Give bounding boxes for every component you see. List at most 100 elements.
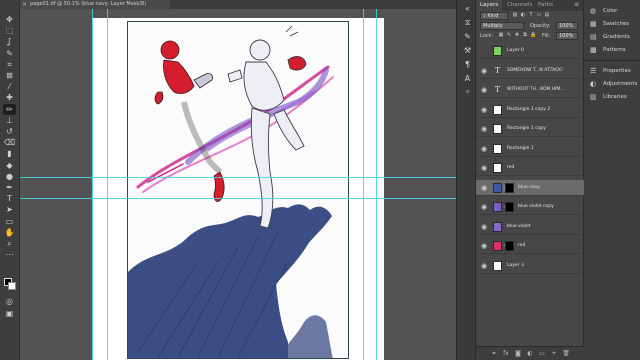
marquee-tool-icon[interactable]: ⬚ <box>3 25 16 36</box>
lock-option-icon[interactable]: ▦ <box>498 32 504 39</box>
delete-layer-icon[interactable]: 🗑 <box>562 350 570 358</box>
type-tool-icon[interactable]: T <box>3 193 16 204</box>
tab-paths[interactable]: Paths <box>534 0 557 11</box>
move-tool-icon[interactable]: ✥ <box>3 14 16 25</box>
clone-stamp-tool-icon[interactable]: ⊥ <box>3 115 16 126</box>
layer-filter-icon[interactable]: ▤ <box>544 12 550 19</box>
screen-mode-icon[interactable]: ▣ <box>3 308 16 319</box>
lock-option-icon[interactable]: ⧉ <box>522 32 528 39</box>
brush-tool-icon[interactable]: ✏ <box>3 103 16 115</box>
shape-tool-icon[interactable]: ▭ <box>3 216 16 227</box>
visibility-eye-icon[interactable]: ◉ <box>480 184 488 192</box>
panel-menu-icon[interactable]: ≡ <box>574 1 579 8</box>
new-group-icon[interactable]: ▭ <box>538 350 546 358</box>
guide-vertical[interactable] <box>107 9 108 360</box>
layer-row[interactable]: ◉ T WITHOUT TH...BON HIM... <box>476 82 584 98</box>
pen-tool-icon[interactable]: ✒ <box>3 182 16 193</box>
panel-swatches[interactable]: ▦ Swatches <box>584 19 640 30</box>
fill-input[interactable]: 100% <box>556 32 578 40</box>
layer-mask-thumbnail[interactable] <box>505 182 514 193</box>
new-layer-icon[interactable]: + <box>550 350 558 358</box>
guide-vertical[interactable] <box>376 9 377 360</box>
character-icon[interactable]: A <box>463 74 472 83</box>
blend-mode-select[interactable]: Multiply <box>480 22 524 30</box>
document-tab[interactable]: × page01.tif @ 50.1% (blue navy, Layer M… <box>20 0 170 9</box>
close-tab-icon[interactable]: × <box>22 0 27 9</box>
guide-horizontal[interactable] <box>20 177 456 178</box>
layer-mask-thumbnail[interactable] <box>505 202 514 212</box>
blur-tool-icon[interactable]: ◆ <box>3 160 16 171</box>
visibility-eye-icon[interactable] <box>480 47 488 55</box>
crop-tool-icon[interactable]: ⌗ <box>3 59 16 70</box>
collapse-arrows-icon[interactable]: « <box>463 4 472 13</box>
paragraph-icon[interactable]: ¶ <box>463 60 472 69</box>
lock-option-icon[interactable]: ✎ <box>506 32 512 39</box>
visibility-eye-icon[interactable]: ◉ <box>480 242 488 250</box>
layer-row[interactable]: ◉ T SOMEHOW T...N ATTACK! <box>476 63 584 79</box>
visibility-eye-icon[interactable]: ◉ <box>480 203 488 211</box>
visibility-eye-icon[interactable]: ◉ <box>480 223 488 231</box>
add-mask-icon[interactable]: ◙ <box>514 350 522 358</box>
panel-color[interactable]: ◍ Color <box>584 6 640 17</box>
dodge-tool-icon[interactable]: ● <box>3 171 16 182</box>
layer-row[interactable]: ◉ Rectangle 1 copy <box>476 121 584 137</box>
layer-row[interactable]: ◉⚭red <box>476 238 584 254</box>
layer-filter-icon[interactable]: ▭ <box>536 12 542 19</box>
visibility-eye-icon[interactable]: ◉ <box>480 145 488 153</box>
guide-horizontal[interactable] <box>20 198 456 199</box>
visibility-eye-icon[interactable]: ◉ <box>480 125 488 133</box>
layer-row[interactable]: Layer 0 <box>476 43 584 59</box>
layer-row[interactable]: ◉⚭blue violet copy <box>476 199 584 215</box>
layer-row[interactable]: ◉ blue violet <box>476 219 584 235</box>
canvas-area[interactable] <box>20 9 456 360</box>
eyedropper-tool-icon[interactable]: ⁄ <box>3 81 16 92</box>
tab-layers[interactable]: Layers <box>476 0 503 11</box>
layer-mask-thumbnail[interactable] <box>505 241 514 251</box>
frame-tool-icon[interactable]: ⊠ <box>3 70 16 81</box>
eraser-tool-icon[interactable]: ⌫ <box>3 137 16 148</box>
layer-row[interactable]: ◉ Rectangle 1 <box>476 141 584 157</box>
visibility-eye-icon[interactable]: ◉ <box>480 106 488 114</box>
layer-row[interactable]: ◉ Layer 3 <box>476 258 584 274</box>
tool-presets-icon[interactable]: ⚒ <box>463 46 472 55</box>
background-color-swatch[interactable] <box>8 282 16 290</box>
lasso-tool-icon[interactable]: ʆ <box>3 36 16 47</box>
history-panel-icon[interactable]: ⧖ <box>463 18 472 27</box>
panel-gradients[interactable]: ▤ Gradients <box>584 32 640 43</box>
visibility-eye-icon[interactable]: ◉ <box>480 262 488 270</box>
visibility-eye-icon[interactable]: ◉ <box>480 86 488 94</box>
comic-page[interactable] <box>127 21 349 359</box>
visibility-eye-icon[interactable]: ◉ <box>480 67 488 75</box>
link-layers-icon[interactable]: ⚭ <box>490 350 498 358</box>
quick-mask-icon[interactable]: ◎ <box>3 296 16 307</box>
guide-vertical[interactable] <box>92 9 93 360</box>
layer-filter-icon[interactable]: T <box>528 12 534 19</box>
glyphs-icon[interactable]: ᵃ <box>463 88 472 97</box>
panel-adjustments[interactable]: ◐ Adjustments <box>584 79 640 90</box>
panel-patterns[interactable]: ▩ Patterns <box>584 45 640 56</box>
guide-vertical[interactable] <box>363 9 364 360</box>
lock-option-icon[interactable]: 🔒 <box>530 32 536 39</box>
layer-filter-icon[interactable]: ▧ <box>512 12 518 19</box>
visibility-eye-icon[interactable]: ◉ <box>480 164 488 172</box>
healing-brush-tool-icon[interactable]: ✚ <box>3 92 16 103</box>
history-brush-tool-icon[interactable]: ↺ <box>3 126 16 137</box>
layer-filter-icon[interactable]: ◐ <box>520 12 526 19</box>
lock-option-icon[interactable]: ✥ <box>514 32 520 39</box>
opacity-input[interactable]: 100% <box>556 22 578 30</box>
adjustment-layer-icon[interactable]: ◐ <box>526 350 534 358</box>
tab-channels[interactable]: Channels <box>503 0 536 11</box>
brush-settings-icon[interactable]: ✎ <box>463 32 472 41</box>
layer-row[interactable]: ◉⚭blue navy <box>476 179 584 196</box>
hand-tool-icon[interactable]: ✋ <box>3 227 16 238</box>
layer-filter-kind-select[interactable]: ⌕ Kind <box>480 12 508 20</box>
more-tools-icon[interactable]: ⋯ <box>3 249 16 260</box>
layer-style-icon[interactable]: fx <box>502 350 510 358</box>
quick-select-tool-icon[interactable]: ✎ <box>3 48 16 59</box>
zoom-tool-icon[interactable]: ⌕ <box>3 238 16 249</box>
layer-row[interactable]: ◉ red <box>476 160 584 176</box>
panel-properties[interactable]: ☰ Properties <box>584 66 640 77</box>
gradient-tool-icon[interactable]: ▮ <box>3 148 16 159</box>
path-select-tool-icon[interactable]: ➤ <box>3 204 16 215</box>
layer-row[interactable]: ◉ Rectangle 1 copy 2 <box>476 102 584 118</box>
